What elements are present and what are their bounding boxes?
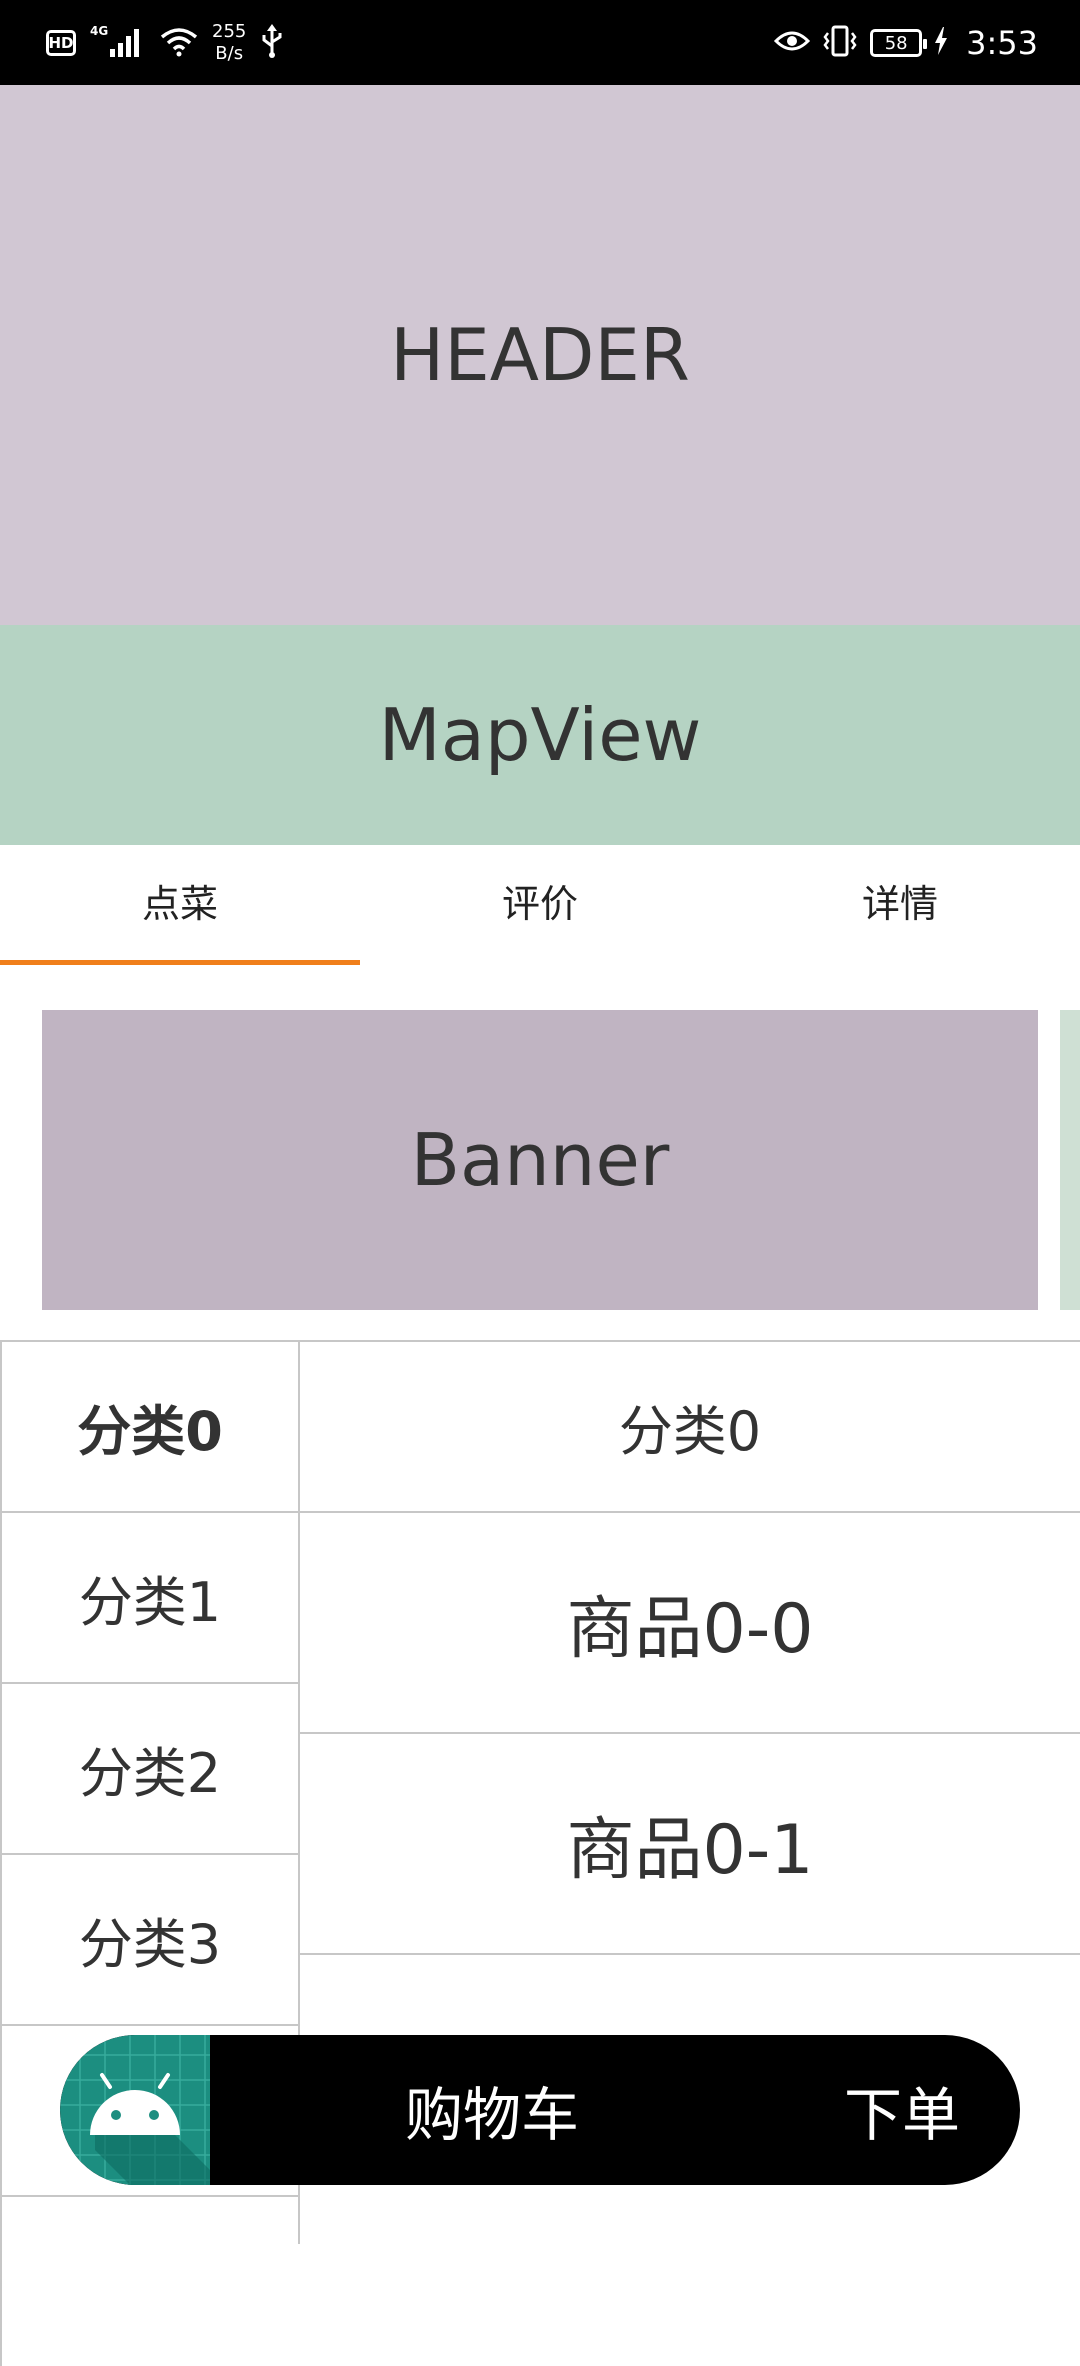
category-label: 分类1 (78, 1571, 222, 1634)
product-label: 商品0-0 (566, 1590, 814, 1669)
header-label: HEADER (390, 313, 690, 397)
tab-bar: 点菜 评价 详情 (0, 845, 1080, 965)
category-item[interactable]: 分类3 (0, 1853, 298, 2024)
category-item[interactable]: 分类2 (0, 1682, 298, 1853)
cart-label[interactable]: 购物车 (405, 2035, 579, 2185)
tab-details-label: 详情 (861, 881, 938, 926)
product-section-header: 分类0 (300, 1340, 1080, 1511)
tab-order-label: 点菜 (141, 881, 218, 926)
charging-icon (934, 27, 948, 59)
android-icon[interactable] (60, 2035, 210, 2185)
banner[interactable]: Banner (42, 1010, 1038, 1310)
status-left: HD 4G 255 B/s (46, 18, 284, 68)
tab-order[interactable]: 点菜 (0, 845, 360, 965)
banner-next-peek[interactable] (1060, 1010, 1080, 1310)
status-right: 58 3:53 (774, 18, 1038, 68)
battery-icon: 58 (870, 29, 928, 57)
vibrate-icon (822, 25, 858, 61)
signal-icon: 4G (90, 23, 146, 63)
category-label: 分类0 (77, 1400, 223, 1463)
tab-details[interactable]: 详情 (720, 845, 1080, 965)
usb-icon (260, 24, 284, 62)
header-section: HEADER (0, 85, 1080, 625)
tab-reviews[interactable]: 评价 (360, 845, 720, 965)
category-item[interactable]: 分类1 (0, 1511, 298, 1682)
banner-label: Banner (410, 1118, 670, 1202)
product-item[interactable]: 商品0-1 (300, 1732, 1080, 1953)
product-label: 商品0-1 (566, 1811, 814, 1890)
clock: 3:53 (966, 24, 1038, 62)
network-speed: 255 B/s (212, 21, 247, 64)
hd-icon: HD (46, 30, 76, 56)
product-item[interactable]: 商品0-0 (300, 1511, 1080, 1732)
network-type: 4G (90, 24, 108, 38)
category-label: 分类2 (78, 1742, 222, 1805)
status-bar: HD 4G 255 B/s 58 3:53 (0, 0, 1080, 85)
category-item[interactable] (0, 2195, 298, 2366)
category-item[interactable]: 分类0 (0, 1340, 298, 1511)
tab-reviews-label: 评价 (501, 881, 578, 926)
eye-icon (774, 28, 811, 58)
map-label: MapView (378, 693, 702, 777)
map-view[interactable]: MapView (0, 625, 1080, 845)
wifi-icon (160, 25, 198, 61)
checkout-button[interactable]: 下单 (844, 2035, 960, 2185)
cart-bar: 购物车 下单 (60, 2035, 1020, 2185)
product-section-title: 分类0 (618, 1400, 762, 1463)
category-label: 分类3 (78, 1913, 222, 1976)
